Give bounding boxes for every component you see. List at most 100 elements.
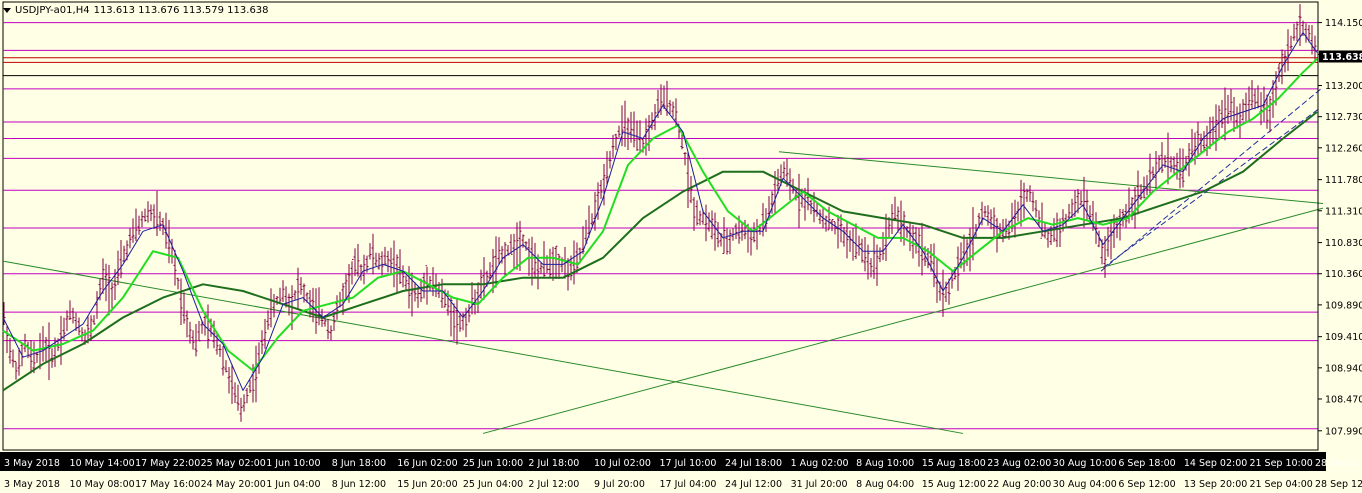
candle-bar — [1022, 182, 1026, 219]
candle-bar — [221, 346, 225, 376]
candle-bar — [413, 282, 417, 302]
candle-bar — [689, 175, 693, 204]
candle-bar — [482, 257, 486, 300]
candle-bar — [458, 313, 462, 332]
candle-bar — [362, 254, 366, 285]
candle-bar — [242, 394, 246, 412]
candle-bar — [140, 211, 144, 228]
candle-bar — [728, 229, 732, 255]
candle-bar — [404, 275, 408, 290]
time-label-bottom: 1 Jun 04:00 — [266, 479, 320, 490]
candle-bar — [11, 349, 15, 368]
time-label-top: 15 Aug 18:00 — [922, 458, 986, 469]
candle-bar — [704, 204, 708, 242]
time-label-top: 10 May 14:00 — [70, 458, 135, 469]
candle-bar — [1085, 189, 1089, 222]
candle-bar — [368, 243, 372, 260]
candle-bar — [254, 345, 258, 403]
price-axis: 114.150113.670113.200112.730112.260111.7… — [1317, 2, 1362, 450]
candle-bar — [1031, 191, 1035, 212]
time-label-bottom: 10 May 08:00 — [70, 479, 135, 490]
candle-bar — [1118, 208, 1122, 241]
candle-bar — [248, 379, 252, 393]
candle-bar — [692, 197, 696, 231]
candle-bar — [152, 204, 156, 229]
candle-bar — [932, 243, 936, 288]
candle-bar — [671, 101, 675, 118]
candle-bar — [863, 237, 867, 272]
candle-bar — [92, 315, 96, 325]
candle-bar — [668, 100, 672, 114]
time-label-top: 25 May 02:00 — [201, 458, 266, 469]
time-label-top: 3 May 2018 — [4, 458, 60, 469]
candle-bar — [1025, 188, 1029, 202]
time-label-top: 1 Aug 02:00 — [791, 458, 849, 469]
candle-bar — [992, 207, 996, 239]
candle-bar — [233, 382, 237, 403]
candle-bar — [1250, 80, 1254, 110]
candle-bar — [515, 222, 519, 270]
candle-bar — [647, 115, 651, 151]
candle-bar — [281, 280, 285, 303]
candle-bar — [1130, 197, 1134, 221]
candle-bar — [725, 228, 729, 255]
candle-bar — [1013, 199, 1017, 238]
time-label-top: 2 Jul 18:00 — [528, 458, 579, 469]
time-label-bottom: 30 Aug 04:00 — [1053, 479, 1117, 490]
candle-bar — [854, 223, 858, 260]
candle-bar — [848, 230, 852, 252]
candle-bar — [422, 272, 426, 299]
time-label-top: 6 Sep 18:00 — [1118, 458, 1175, 469]
candle-bar — [470, 282, 474, 315]
candle-bar — [71, 307, 75, 324]
candle-bar — [950, 269, 954, 289]
candle-bar — [101, 258, 105, 294]
price-tick-label: 107.990 — [1325, 426, 1362, 437]
trendline — [482, 207, 1324, 434]
candle-bar — [1019, 179, 1023, 227]
candle-bar — [389, 247, 393, 275]
candle-bar — [593, 191, 597, 231]
time-label-bottom: 31 Jul 20:00 — [791, 479, 848, 490]
candle-bar — [1289, 35, 1293, 51]
candle-bar — [14, 360, 18, 380]
candle-bar — [155, 190, 159, 237]
candle-bar — [191, 330, 195, 350]
candle-bar — [299, 277, 303, 295]
candle-bar — [401, 265, 405, 288]
candle-bar — [206, 304, 210, 349]
trendline — [2, 260, 964, 434]
candle-bar — [137, 215, 141, 235]
candle-bar — [1175, 152, 1179, 180]
candle-bar — [824, 215, 828, 232]
candle-bar — [623, 100, 627, 147]
candle-bar — [1241, 99, 1245, 121]
candle-bar — [344, 273, 348, 300]
candle-bar — [557, 253, 561, 280]
candle-bar — [326, 318, 330, 340]
candle-bar — [752, 222, 756, 243]
time-label-bottom: 24 Jul 12:00 — [725, 479, 782, 490]
candle-bar — [686, 152, 690, 209]
trendlines — [2, 88, 1324, 434]
candle-bar — [116, 250, 120, 286]
candle-bar — [380, 251, 384, 276]
candle-bar — [1106, 226, 1110, 257]
candle-bar — [278, 287, 282, 305]
candle-bar — [1067, 203, 1071, 219]
candle-bar — [392, 240, 396, 288]
candle-bar — [1040, 202, 1044, 239]
candle-bar — [1226, 94, 1230, 124]
price-chart[interactable]: 114.150113.670113.200112.730112.260111.7… — [0, 0, 1362, 493]
ma-slow-line — [2, 111, 1318, 392]
candle-bar — [707, 212, 711, 232]
time-label-top: 30 Aug 10:00 — [1053, 458, 1117, 469]
time-label-bottom: 2 Jul 12:00 — [528, 479, 579, 490]
time-label-top: 24 Jul 18:00 — [725, 458, 782, 469]
candle-bar — [575, 242, 579, 273]
candle-bar — [104, 263, 108, 302]
candle-bar — [131, 218, 135, 243]
candle-bar — [218, 344, 222, 357]
time-label-bottom: 21 Sep 04:00 — [1249, 479, 1312, 490]
candle-bar — [1079, 190, 1083, 206]
